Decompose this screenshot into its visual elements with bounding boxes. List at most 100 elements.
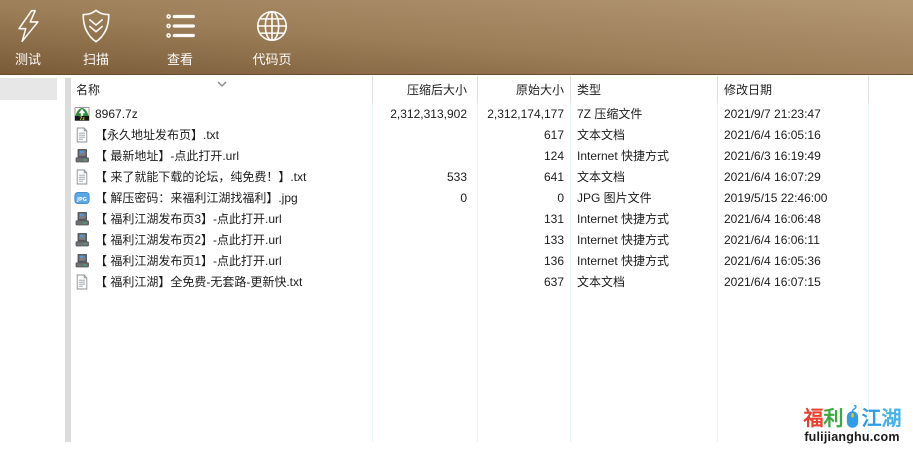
column-separator: [477, 76, 478, 442]
toolbar-button-view[interactable]: 查看: [136, 0, 224, 75]
file-original-size: 131: [477, 208, 570, 229]
toolbar-button-scan[interactable]: 扫描: [56, 0, 136, 75]
column-header-name[interactable]: 名称: [72, 76, 372, 103]
vertical-scrollbar[interactable]: [65, 78, 71, 442]
file-row[interactable]: 【 解压密码：来福利江湖找福利】.jpg 0 0 JPG 图片文件 2019/5…: [72, 187, 913, 208]
url-file-icon: [74, 148, 90, 164]
file-original-size: 124: [477, 145, 570, 166]
sort-chevron-down-icon: [216, 77, 228, 91]
logo-char: 福: [804, 408, 823, 430]
column-header-type[interactable]: 类型: [570, 76, 717, 103]
doc-file-icon: [74, 127, 90, 143]
file-modified-date: 2021/6/4 16:06:48: [717, 208, 868, 229]
toolbar-button-label: 查看: [167, 49, 193, 68]
column-header-original-size[interactable]: 原始大小: [477, 76, 570, 103]
doc-file-icon: [74, 169, 90, 185]
file-packed-size: [372, 145, 477, 166]
file-original-size: 617: [477, 124, 570, 145]
file-row[interactable]: 【 最新地址】-点此打开.url 124 Internet 快捷方式 2021/…: [72, 145, 913, 166]
column-header-label: 原始大小: [516, 81, 564, 98]
file-row[interactable]: 【 来了就能下载的论坛，纯免费！】.txt 533 641 文本文档 2021/…: [72, 166, 913, 187]
column-separator: [570, 76, 571, 442]
file-row[interactable]: 【 福利江湖发布页1】-点此打开.url 136 Internet 快捷方式 2…: [72, 250, 913, 271]
toolbar-button-label: 扫描: [83, 49, 109, 68]
file-modified-date: 2021/6/4 16:06:11: [717, 229, 868, 250]
logo-char: 江: [862, 408, 881, 430]
column-header-label: 名称: [76, 81, 100, 98]
file-modified-date: 2021/6/4 16:07:15: [717, 271, 868, 292]
file-modified-date: 2021/6/3 16:19:49: [717, 145, 868, 166]
file-original-size: 637: [477, 271, 570, 292]
file-packed-size: 0: [372, 187, 477, 208]
file-name-cell: 【 来了就能下载的论坛，纯免费！】.txt: [72, 166, 372, 187]
file-name: 【 福利江湖发布页2】-点此打开.url: [95, 231, 282, 248]
lightning-icon: [7, 5, 49, 47]
file-packed-size: [372, 208, 477, 229]
file-name: 【 福利江湖发布页3】-点此打开.url: [95, 210, 282, 227]
file-original-size: 641: [477, 166, 570, 187]
doc-file-icon: [74, 274, 90, 290]
file-packed-size: 533: [372, 166, 477, 187]
column-header-modified-date[interactable]: 修改日期: [717, 76, 868, 103]
column-header-label: 压缩后大小: [407, 81, 467, 98]
file-name-cell: 【 福利江湖发布页1】-点此打开.url: [72, 250, 372, 271]
content-area: 名称 压缩后大小 原始大小 类型 修改日期: [0, 76, 913, 450]
file-name-cell: 【 福利江湖发布页2】-点此打开.url: [72, 229, 372, 250]
file-modified-date: 2019/5/15 22:46:00: [717, 187, 868, 208]
file-row[interactable]: 【 福利江湖发布页2】-点此打开.url 133 Internet 快捷方式 2…: [72, 229, 913, 250]
file-modified-date: 2021/6/4 16:05:36: [717, 250, 868, 271]
file-name-cell: 8967.7z: [72, 103, 372, 124]
file-modified-date: 2021/9/7 21:23:47: [717, 103, 868, 124]
file-name: 【 福利江湖发布页1】-点此打开.url: [95, 252, 282, 269]
7z-file-icon: [74, 106, 90, 122]
file-packed-size: [372, 250, 477, 271]
file-type: 文本文档: [570, 166, 717, 187]
watermark-logo-text: 福 利 江 湖: [794, 403, 910, 430]
column-header-packed-size[interactable]: 压缩后大小: [372, 76, 477, 103]
file-original-size: 133: [477, 229, 570, 250]
file-packed-size: [372, 124, 477, 145]
column-separator: [717, 76, 718, 442]
file-row[interactable]: 【 福利江湖】全免费-无套路-更新快.txt 637 文本文档 2021/6/4…: [72, 271, 913, 292]
file-row[interactable]: 【永久地址发布页】.txt 617 文本文档 2021/6/4 16:05:16: [72, 124, 913, 145]
file-name: 【 最新地址】-点此打开.url: [95, 147, 239, 164]
file-row[interactable]: 8967.7z 2,312,313,902 2,312,174,177 7Z 压…: [72, 103, 913, 124]
toolbar: 测试 扫描 查看: [0, 0, 913, 75]
toolbar-button-test[interactable]: 测试: [0, 0, 56, 75]
file-name: 【永久地址发布页】.txt: [95, 126, 219, 143]
file-original-size: 0: [477, 187, 570, 208]
url-file-icon: [74, 211, 90, 227]
watermark-logo: 福 利 江 湖 fulijianghu.com: [794, 403, 910, 444]
list-view-icon: [159, 5, 201, 47]
jpg-file-icon: [74, 190, 90, 206]
logo-char: 湖: [882, 408, 901, 430]
logo-char: 利: [824, 408, 843, 430]
file-type: Internet 快捷方式: [570, 250, 717, 271]
file-packed-size: 2,312,313,902: [372, 103, 477, 124]
shield-scan-icon: [75, 5, 117, 47]
toolbar-button-codepage[interactable]: 代码页: [224, 0, 320, 75]
file-modified-date: 2021/6/4 16:05:16: [717, 124, 868, 145]
file-original-size: 2,312,174,177: [477, 103, 570, 124]
file-name: 【 福利江湖】全免费-无套路-更新快.txt: [95, 273, 302, 290]
watermark-domain: fulijianghu.com: [794, 430, 910, 444]
globe-icon: [251, 5, 293, 47]
file-name-cell: 【永久地址发布页】.txt: [72, 124, 372, 145]
file-name-cell: 【 福利江湖发布页3】-点此打开.url: [72, 208, 372, 229]
file-row[interactable]: 【 福利江湖发布页3】-点此打开.url 131 Internet 快捷方式 2…: [72, 208, 913, 229]
left-panel: [0, 76, 57, 442]
archive-manager-window: 测试 扫描 查看: [0, 0, 913, 450]
file-name-cell: 【 福利江湖】全免费-无套路-更新快.txt: [72, 271, 372, 292]
file-type: Internet 快捷方式: [570, 229, 717, 250]
toolbar-button-label: 代码页: [252, 49, 291, 68]
file-packed-size: [372, 271, 477, 292]
file-type: 文本文档: [570, 124, 717, 145]
file-type: JPG 图片文件: [570, 187, 717, 208]
file-name-cell: 【 最新地址】-点此打开.url: [72, 145, 372, 166]
file-list: 名称 压缩后大小 原始大小 类型 修改日期: [72, 76, 913, 442]
url-file-icon: [74, 232, 90, 248]
file-type: Internet 快捷方式: [570, 208, 717, 229]
file-name: 【 解压密码：来福利江湖找福利】.jpg: [95, 189, 298, 206]
url-file-icon: [74, 253, 90, 269]
file-original-size: 136: [477, 250, 570, 271]
